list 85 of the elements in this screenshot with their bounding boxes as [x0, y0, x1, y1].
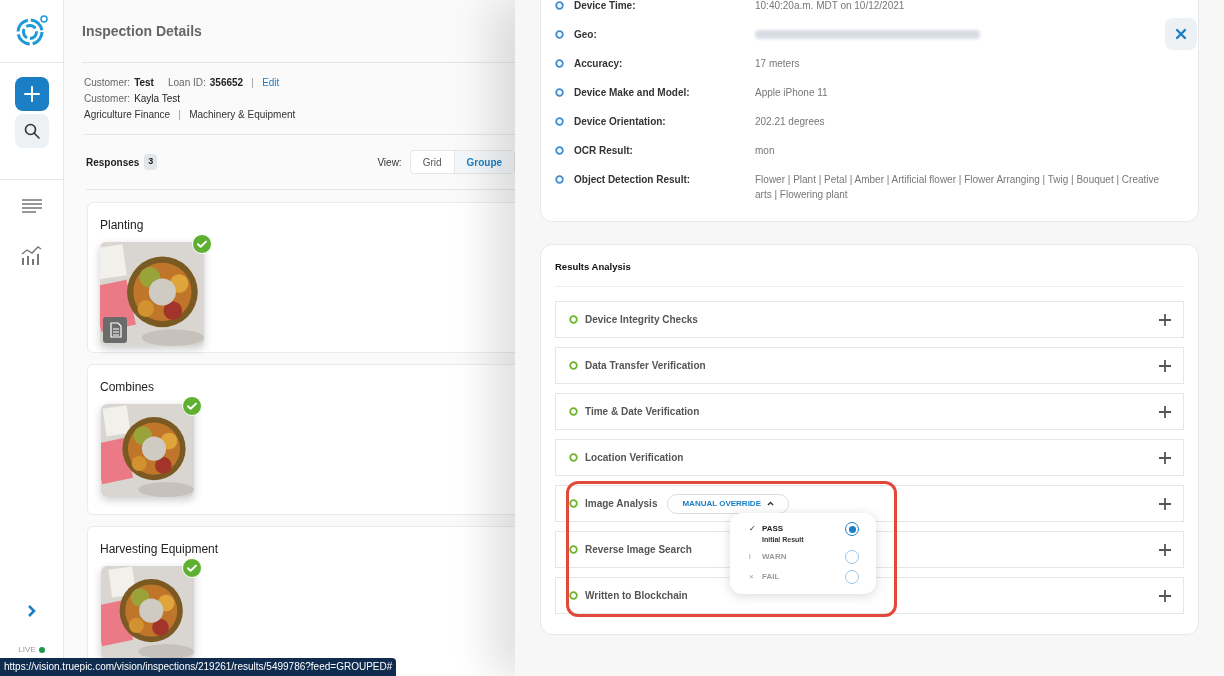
expand-plus-icon[interactable]: [1159, 405, 1171, 418]
view-tab[interactable]: Grid: [410, 151, 454, 173]
bullet-icon: [555, 146, 564, 155]
detail-label: Device Time:: [574, 0, 637, 13]
responses-count: 3: [144, 154, 158, 170]
option-label: PASS: [762, 523, 785, 535]
verified-check-icon: [182, 396, 202, 416]
detail-label: Device Orientation:: [574, 115, 667, 129]
field-label: Loan ID:: [167, 76, 206, 90]
detail-label: Geo:: [574, 28, 598, 42]
expand-plus-icon[interactable]: [1159, 313, 1171, 326]
result-name: Reverse Image Search: [585, 543, 692, 557]
chart-icon[interactable]: [20, 246, 43, 266]
response-title: Planting: [100, 217, 145, 234]
list-icon[interactable]: [20, 198, 43, 214]
option-symbol: ✓: [749, 523, 757, 535]
expand-plus-icon[interactable]: [1159, 497, 1171, 510]
view-label: View:: [377, 155, 402, 170]
bullet-icon: [555, 117, 564, 126]
result-row[interactable]: Location Verification: [555, 439, 1184, 476]
result-name: Device Integrity Checks: [585, 313, 698, 327]
expand-plus-icon[interactable]: [1159, 543, 1171, 556]
detail-value: 202.21 degrees: [755, 115, 826, 129]
expand-plus-icon[interactable]: [1159, 451, 1171, 464]
status-icon: [569, 453, 578, 462]
close-button[interactable]: [1165, 18, 1197, 50]
verified-check-icon: [182, 558, 202, 578]
bullet-icon: [555, 175, 564, 184]
verified-check-icon: [192, 234, 212, 254]
search-icon: [23, 123, 40, 139]
status-icon: [569, 499, 578, 508]
status-icon: [569, 545, 578, 554]
status-icon: [569, 315, 578, 324]
detail-value: Flower | Plant | Petal | Amber | Artificial flower | Flower Arranging | Twig | Bouquet | Creative arts | Flowering plant: [755, 173, 1161, 202]
caret-icon: [767, 501, 774, 506]
detail-value: Apple iPhone 11: [755, 86, 829, 100]
manual-override-button[interactable]: MANUAL OVERRIDE: [667, 493, 789, 514]
status-icon: [569, 407, 578, 416]
add-button[interactable]: [14, 77, 49, 111]
search-button[interactable]: [14, 114, 49, 148]
response-title: Combines: [100, 379, 156, 396]
detail-label: Device Make and Model:: [574, 86, 691, 100]
bullet-icon: [555, 88, 564, 97]
results-title: Results Analysis: [555, 259, 1184, 287]
field-label: Customer:: [84, 92, 131, 106]
category-label: Machinery & Equipment: [189, 108, 296, 122]
result-name: Image Analysis: [585, 497, 658, 511]
page-title: Inspection Details: [82, 21, 202, 41]
expand-plus-icon[interactable]: [1159, 589, 1171, 602]
detail-label: Object Detection Result:: [574, 173, 692, 187]
result-name: Location Verification: [585, 451, 684, 465]
field-value: Test: [134, 76, 154, 90]
expand-chevron-icon[interactable]: [26, 604, 37, 618]
expand-plus-icon[interactable]: [1159, 359, 1171, 372]
detail-value: mon: [755, 144, 776, 158]
option-label: WARN: [762, 551, 788, 563]
status-icon: [569, 361, 578, 370]
status-bar-url: https://vision.truepic.com/vision/inspections/219261/results/5499786?feed=GROUPED#: [0, 658, 397, 676]
category-label: Agriculture Finance: [84, 108, 171, 122]
detail-label: Accuracy:: [574, 57, 624, 71]
result-name: Data Transfer Verification: [585, 359, 706, 373]
responses-label: Responses: [86, 155, 140, 170]
edit-link[interactable]: Edit: [262, 75, 280, 91]
detail-value: 10:40:20a.m. MDT on 10/12/2021: [755, 0, 906, 13]
close-icon: [1175, 28, 1187, 40]
field-value: 356652: [209, 76, 244, 90]
field-label: Customer:: [84, 76, 131, 90]
detail-value: 17 meters: [755, 57, 801, 71]
bullet-icon: [555, 30, 564, 39]
field-value: Kayla Test: [134, 92, 181, 106]
live-status-icon: [38, 647, 45, 653]
bullet-icon: [555, 59, 564, 68]
live-label: LIVE: [18, 644, 36, 656]
document-icon[interactable]: [103, 317, 127, 343]
result-row[interactable]: Device Integrity Checks: [555, 301, 1184, 338]
result-row[interactable]: Data Transfer Verification: [555, 347, 1184, 384]
response-title: Harvesting Equipment: [100, 541, 220, 558]
detail-label: OCR Result:: [574, 144, 634, 158]
result-row[interactable]: Time & Date Verification: [555, 393, 1184, 430]
logo-icon[interactable]: [14, 14, 49, 48]
result-name: Time & Date Verification: [585, 405, 700, 419]
status-icon: [569, 591, 578, 600]
bullet-icon: [555, 1, 564, 10]
view-tab[interactable]: Groupe: [453, 151, 515, 173]
plus-icon: [22, 85, 41, 103]
